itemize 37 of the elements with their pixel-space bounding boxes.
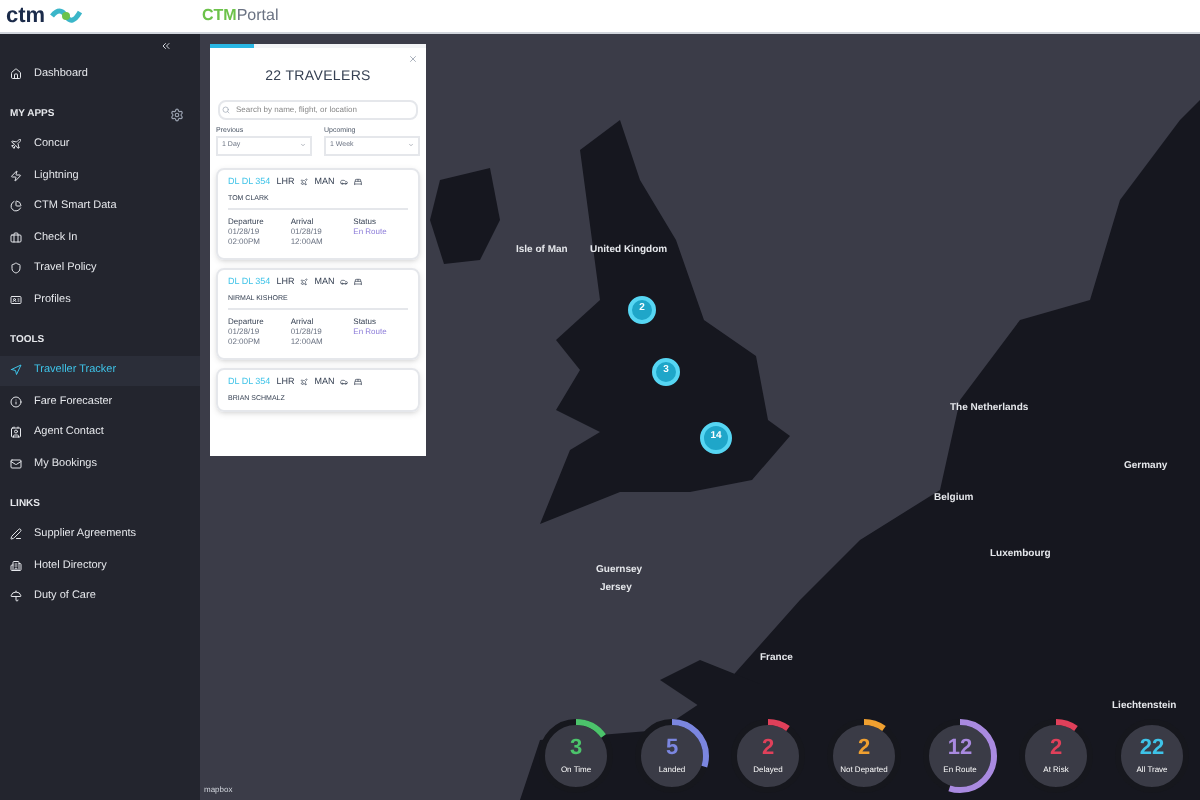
collapse-icon[interactable] (160, 40, 172, 52)
menu-icon (10, 138, 22, 151)
menu-icon (10, 293, 22, 306)
menu-icon (10, 395, 22, 408)
stat-value: 12 (947, 737, 973, 759)
stat-value: 5 (665, 737, 679, 759)
menu-icon (10, 200, 22, 213)
search-icon (222, 105, 230, 113)
menu-icon (10, 559, 22, 572)
bed-icon (354, 378, 363, 387)
stat-value: 2 (857, 737, 871, 759)
menu-icon (10, 590, 22, 603)
plane-icon (300, 278, 309, 287)
menu-icon (10, 528, 22, 541)
plane-icon (300, 378, 309, 387)
stat-value: 3 (569, 737, 583, 759)
settings-icon[interactable] (170, 108, 184, 122)
logo-icon (49, 6, 82, 26)
menu-icon (10, 169, 22, 182)
bed-icon (354, 178, 363, 187)
menu-icon (10, 426, 22, 439)
menu-icon (10, 231, 22, 244)
menu-icon (10, 364, 22, 377)
menu-icon (10, 457, 22, 470)
car-icon (340, 278, 349, 287)
stat-value: 22 (1139, 737, 1165, 759)
stat-value: 2 (761, 737, 775, 759)
bed-icon (354, 278, 363, 287)
car-icon (340, 178, 349, 187)
landmass (430, 168, 500, 264)
logo-text: ctm (6, 1, 46, 32)
menu-icon (10, 67, 22, 80)
plane-icon (300, 178, 309, 187)
stat-value: 2 (1049, 737, 1063, 759)
menu-icon (10, 262, 22, 275)
brand-title: CTMPortal (200, 4, 279, 28)
car-icon (340, 378, 349, 387)
